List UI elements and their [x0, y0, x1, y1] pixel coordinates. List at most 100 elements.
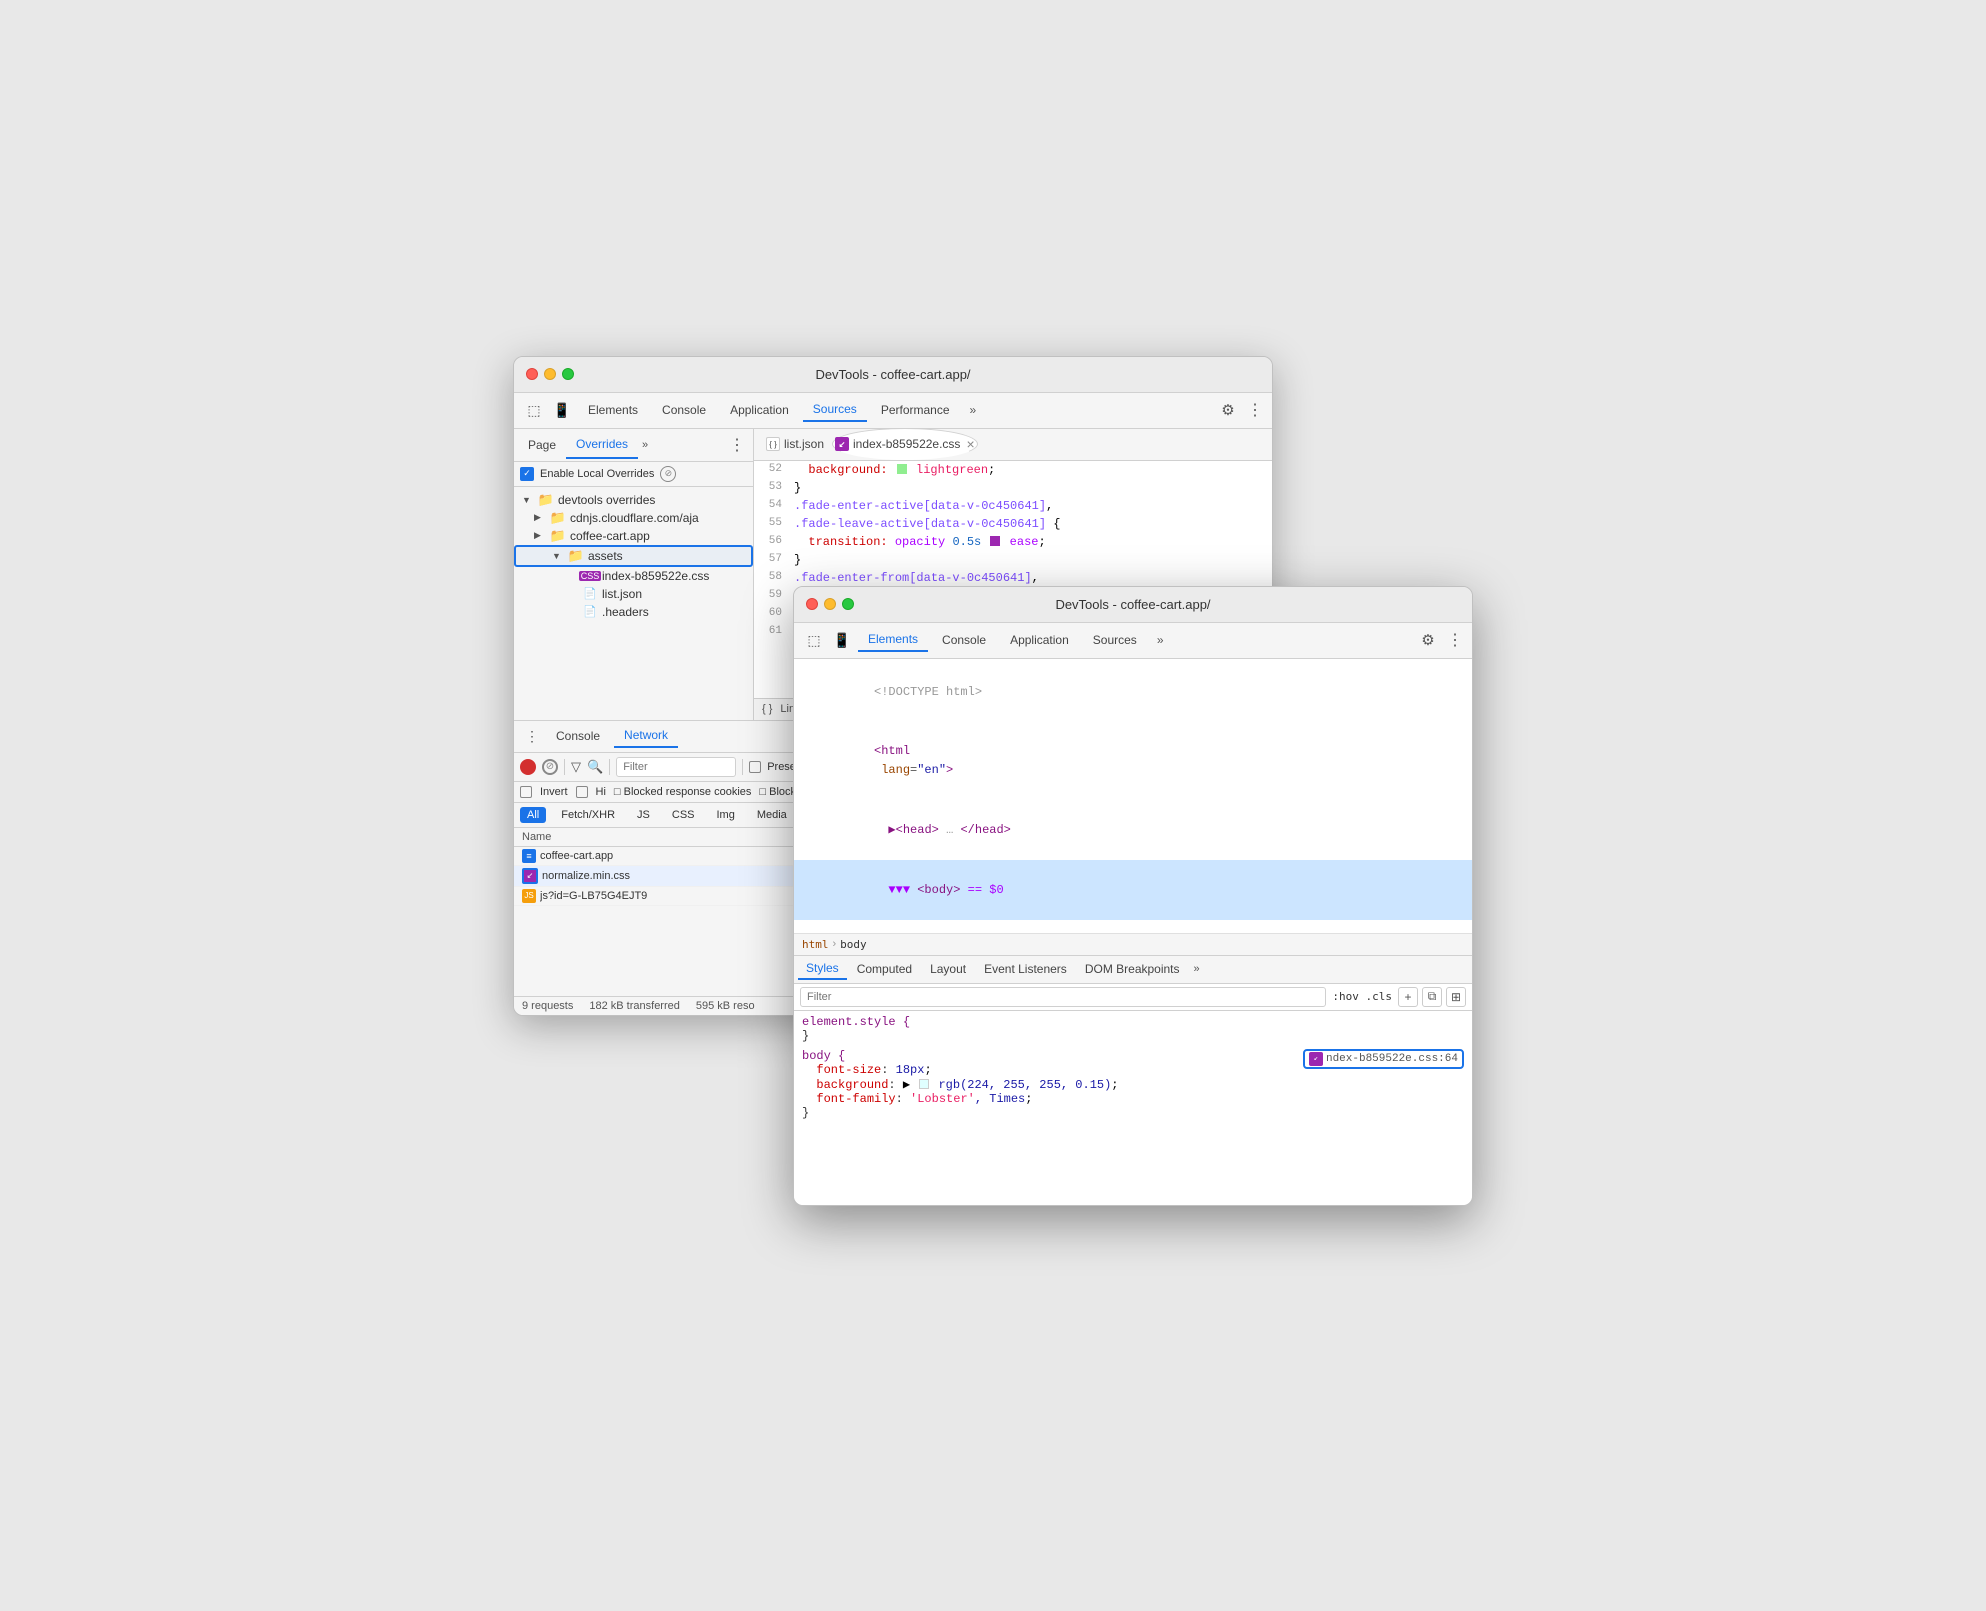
styles-more[interactable]: »	[1190, 957, 1204, 981]
source-link[interactable]: ↙ ndex-b859522e.css:64	[1303, 1049, 1464, 1069]
tab-layout[interactable]: Layout	[922, 959, 974, 979]
tab-computed[interactable]: Computed	[849, 959, 920, 979]
html-head[interactable]: ▶<head> … </head>	[794, 801, 1472, 861]
css-rules-panel: element.style { } ↙ ndex-b859522e.css:64…	[794, 1011, 1472, 1205]
device-icon-front[interactable]: 📱	[830, 628, 854, 652]
filter-css[interactable]: CSS	[665, 807, 702, 823]
tab-application-back[interactable]: Application	[720, 399, 799, 421]
clear-overrides-icon[interactable]: ⊘	[660, 466, 676, 482]
hov-cls-label[interactable]: :hov .cls	[1332, 990, 1392, 1003]
html-html[interactable]: <html lang="en">	[794, 722, 1472, 801]
preserve-log-checkbox[interactable]	[749, 761, 761, 773]
tab-sources-back[interactable]: Sources	[803, 398, 867, 422]
editor-tab-json[interactable]: { } list.json	[758, 429, 832, 461]
source-link-text: ndex-b859522e.css:64	[1326, 1053, 1458, 1065]
search-network-icon[interactable]: 🔍	[587, 759, 603, 775]
breadcrumb-body[interactable]: body	[840, 938, 867, 951]
doc-icon-1: ≡	[522, 849, 536, 863]
close-tab-icon[interactable]: ×	[966, 436, 974, 452]
html-div-app[interactable]: ▶<div id="app" data-v-app> … </div>	[794, 920, 1472, 933]
tab-elements-back[interactable]: Elements	[578, 399, 648, 421]
tree-item-css[interactable]: ▶ CSS index-b859522e.css	[514, 567, 753, 585]
hide-data-checkbox[interactable]	[576, 786, 588, 798]
json-tab-icon: { }	[766, 437, 780, 451]
inspect-icon-front[interactable]: ⬚	[802, 628, 826, 652]
tab-console-front[interactable]: Console	[932, 629, 996, 651]
inspect-icon[interactable]: ⬚	[522, 398, 546, 422]
editor-tab-css[interactable]: ↙ index-b859522e.css ×	[832, 429, 978, 461]
css-rule-body: ↙ ndex-b859522e.css:64 body { font-size:…	[802, 1049, 1464, 1120]
minimize-button-front[interactable]	[824, 598, 836, 610]
enable-overrides-label: Enable Local Overrides	[540, 468, 654, 480]
source-link-icon: ↙	[1309, 1052, 1323, 1066]
filter-icon[interactable]: ▽	[571, 759, 581, 775]
network-filter-input[interactable]	[616, 757, 736, 777]
minimize-button-back[interactable]	[544, 368, 556, 380]
tab-console-back[interactable]: Console	[652, 399, 716, 421]
tab-event-listeners[interactable]: Event Listeners	[976, 959, 1075, 979]
tree-item-assets[interactable]: ▼ 📁 assets	[514, 545, 753, 567]
tree-label-json: list.json	[602, 587, 642, 601]
device-icon[interactable]: 📱	[550, 398, 574, 422]
invert-checkbox[interactable]	[520, 786, 532, 798]
tree-item-coffeeapp[interactable]: ▶ 📁 coffee-cart.app	[514, 527, 753, 545]
tab-application-front[interactable]: Application	[1000, 629, 1079, 651]
settings-icon-back[interactable]: ⚙	[1216, 398, 1240, 422]
styles-filter-input[interactable]	[800, 987, 1326, 1007]
breadcrumb-html[interactable]: html	[802, 938, 829, 951]
maximize-button-back[interactable]	[562, 368, 574, 380]
more-options-icon-back[interactable]: ⋮	[1244, 398, 1264, 422]
panel-more[interactable]: »	[638, 433, 652, 457]
tab-network-bottom[interactable]: Network	[614, 724, 678, 748]
close-button-front[interactable]	[806, 598, 818, 610]
more-options-icon-front[interactable]: ⋮	[1444, 628, 1464, 652]
enable-overrides-checkbox[interactable]: ✓	[520, 467, 534, 481]
tree-label-headers: .headers	[602, 605, 649, 619]
settings-icon-front[interactable]: ⚙	[1416, 628, 1440, 652]
editor-tab-json-label: list.json	[784, 437, 824, 451]
code-line-58: 58 .fade-enter-from[data-v-0c450641],	[754, 569, 1272, 587]
window-title-back: DevTools - coffee-cart.app/	[815, 367, 970, 382]
tree-item-json[interactable]: ▶ 📄 list.json	[514, 585, 753, 603]
css-body-selector: body {	[802, 1049, 845, 1063]
filter-all[interactable]: All	[520, 807, 546, 823]
tree-item-cdnjs[interactable]: ▶ 📁 cdnjs.cloudflare.com/aja	[514, 509, 753, 527]
tab-console-bottom[interactable]: Console	[546, 725, 610, 747]
css-fontfamily-val: 'Lobster'	[910, 1092, 975, 1106]
overrides-toolbar: ✓ Enable Local Overrides ⊘	[514, 462, 753, 487]
nav-more-front[interactable]: »	[1151, 629, 1170, 651]
tab-elements-front[interactable]: Elements	[858, 628, 928, 652]
copy-style-icon[interactable]: ⧉	[1422, 987, 1442, 1007]
tab-performance-back[interactable]: Performance	[871, 399, 960, 421]
filter-fetch[interactable]: Fetch/XHR	[554, 807, 622, 823]
tab-styles[interactable]: Styles	[798, 958, 847, 980]
color-swatch-bg[interactable]	[919, 1079, 929, 1089]
styles-panel: Styles Computed Layout Event Listeners D…	[794, 955, 1472, 1205]
css-background-val: rgb(224, 255, 255, 0.15)	[938, 1078, 1111, 1092]
nav-more-back[interactable]: »	[964, 399, 983, 421]
html-body[interactable]: ▼▼▼ <body> == $0	[794, 860, 1472, 920]
tab-page[interactable]: Page	[518, 432, 566, 458]
tree-item-headers[interactable]: ▶ 📄 .headers	[514, 603, 753, 621]
tree-root-label: devtools overrides	[558, 493, 655, 507]
maximize-button-front[interactable]	[842, 598, 854, 610]
tab-overrides[interactable]: Overrides	[566, 431, 638, 459]
clear-network-button[interactable]: ⊘	[542, 759, 558, 775]
file-tree: ▼ 📁 devtools overrides ▶ 📁 cdnjs.cloudfl…	[514, 487, 753, 720]
close-button-back[interactable]	[526, 368, 538, 380]
data-transferred: 182 kB transferred	[589, 1000, 680, 1012]
filter-img[interactable]: Img	[710, 807, 742, 823]
tab-sources-front[interactable]: Sources	[1083, 629, 1147, 651]
toggle-style-icon[interactable]: ⊞	[1446, 987, 1466, 1007]
html-doctype[interactable]: <!DOCTYPE html>	[794, 663, 1472, 723]
devtools-window-front: DevTools - coffee-cart.app/ ⬚ 📱 Elements…	[793, 586, 1473, 1206]
filter-media[interactable]: Media	[750, 807, 794, 823]
tab-dom-breakpoints[interactable]: DOM Breakpoints	[1077, 959, 1188, 979]
resources-size: 595 kB reso	[696, 1000, 755, 1012]
panel-dots[interactable]: ⋮	[725, 429, 749, 461]
bracket-icon: { }	[762, 703, 772, 715]
filter-js[interactable]: JS	[630, 807, 657, 823]
folder-icon-coffeeapp: 📁	[550, 529, 566, 543]
add-style-icon[interactable]: +	[1398, 987, 1418, 1007]
record-button[interactable]	[520, 759, 536, 775]
